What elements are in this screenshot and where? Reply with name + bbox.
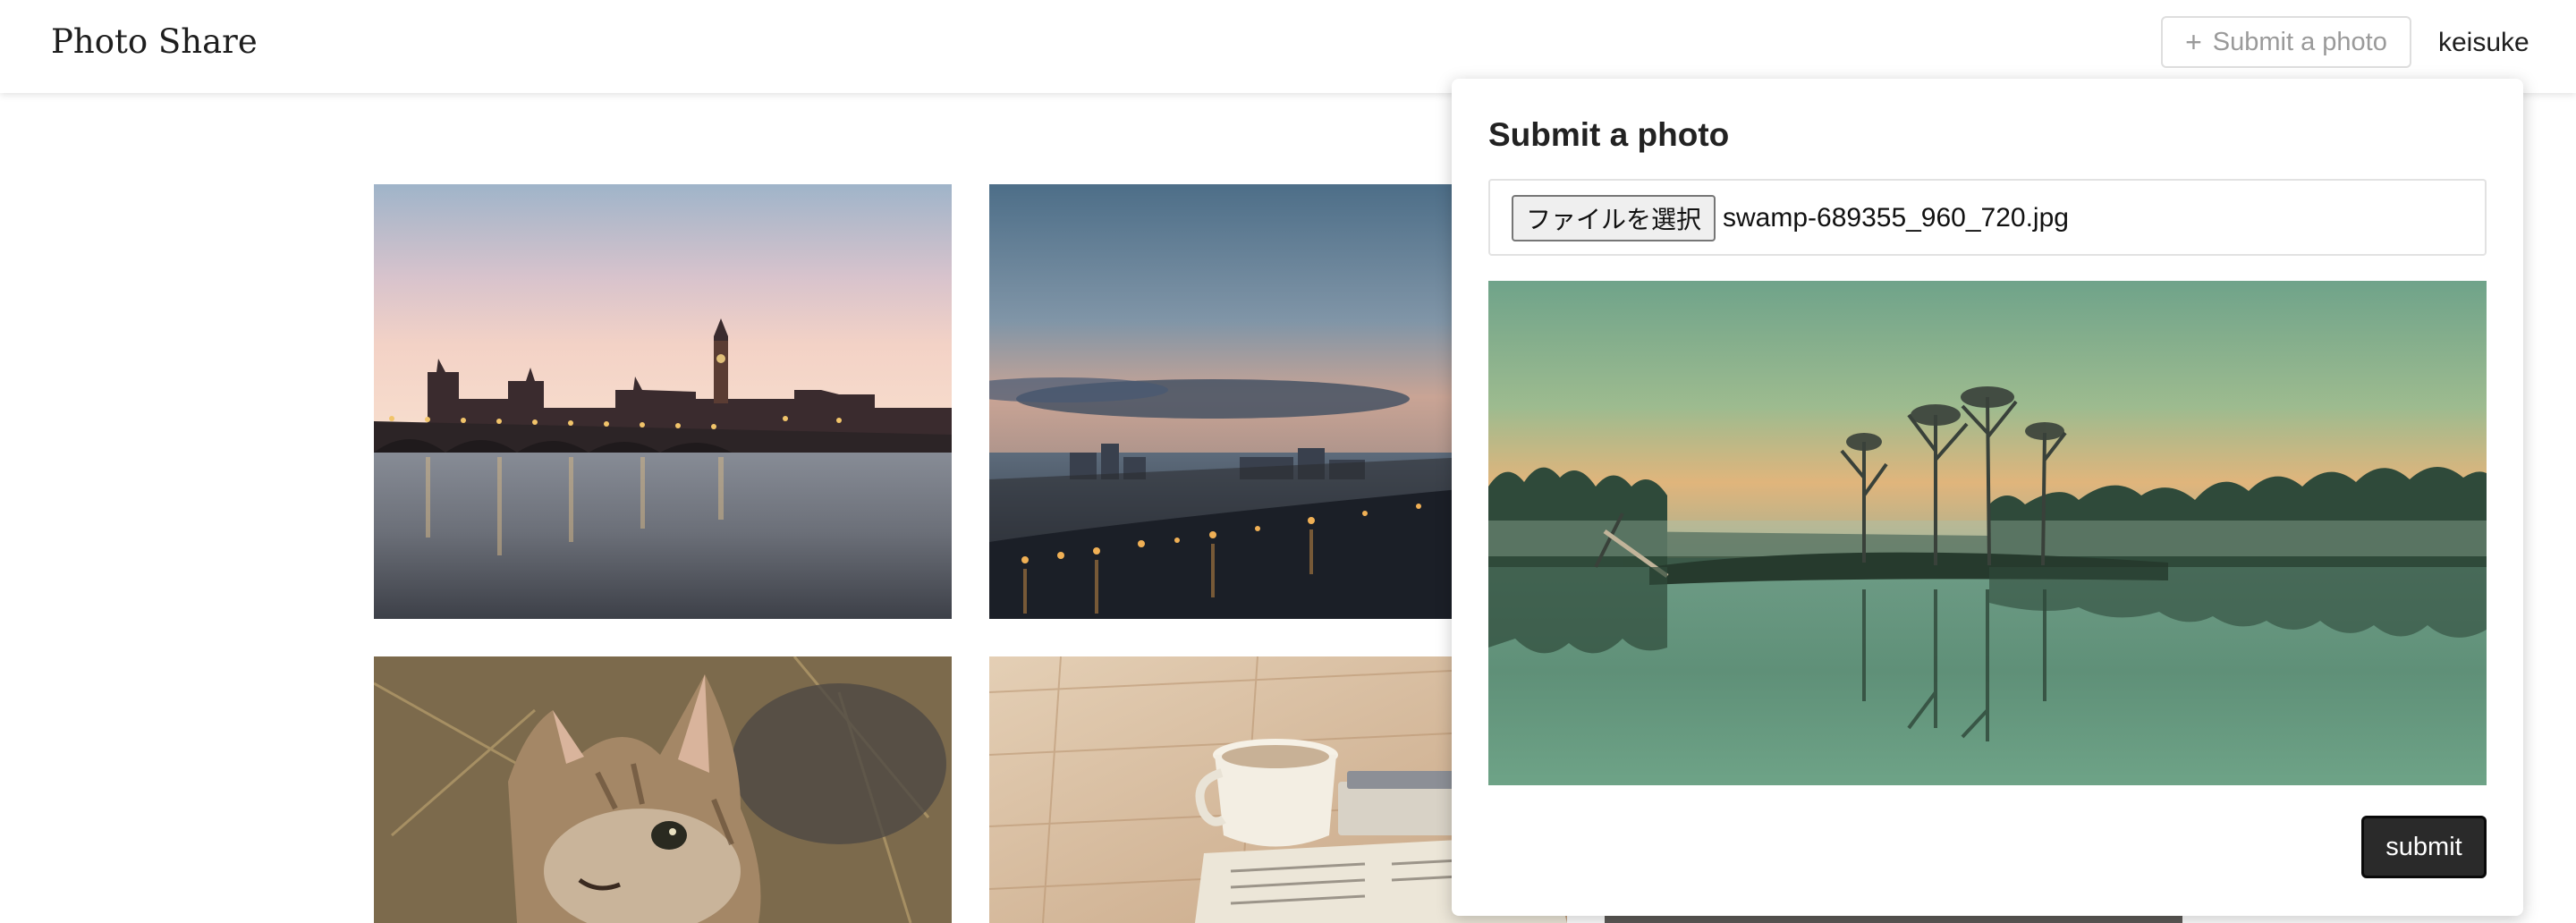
photo-tile-london[interactable] [374, 184, 952, 619]
brand-logo[interactable]: Photo Share [51, 20, 258, 64]
choose-file-button[interactable]: ファイルを選択 [1512, 195, 1716, 241]
selected-file-name: swamp-689355_960_720.jpg [1723, 203, 2069, 233]
plus-icon: + [2185, 26, 2202, 58]
panel-title: Submit a photo [1488, 116, 1730, 153]
submit-photo-panel: Submit a photo ファイルを選択 swamp-689355_960_… [1452, 79, 2523, 916]
user-name-link[interactable]: keisuke [2438, 25, 2529, 61]
submit-button[interactable]: submit [2361, 816, 2487, 878]
photo-tile-kitten[interactable] [374, 656, 952, 923]
submit-photo-button[interactable]: + Submit a photo [2161, 16, 2411, 68]
submit-photo-label: Submit a photo [2212, 27, 2387, 56]
file-input[interactable]: ファイルを選択 swamp-689355_960_720.jpg [1488, 179, 2487, 256]
photo-preview [1488, 281, 2487, 785]
